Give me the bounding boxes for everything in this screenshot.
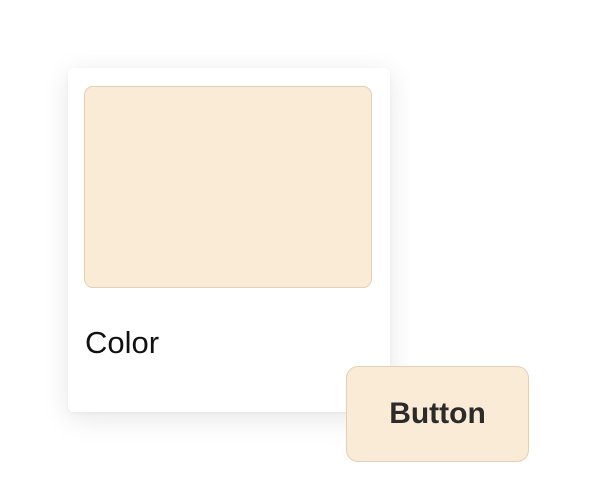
main-button[interactable]: Button <box>346 366 529 462</box>
color-card: Color <box>68 68 390 412</box>
color-label: Color <box>85 325 160 360</box>
color-swatch <box>84 86 372 288</box>
stage: Color Button <box>0 0 606 482</box>
